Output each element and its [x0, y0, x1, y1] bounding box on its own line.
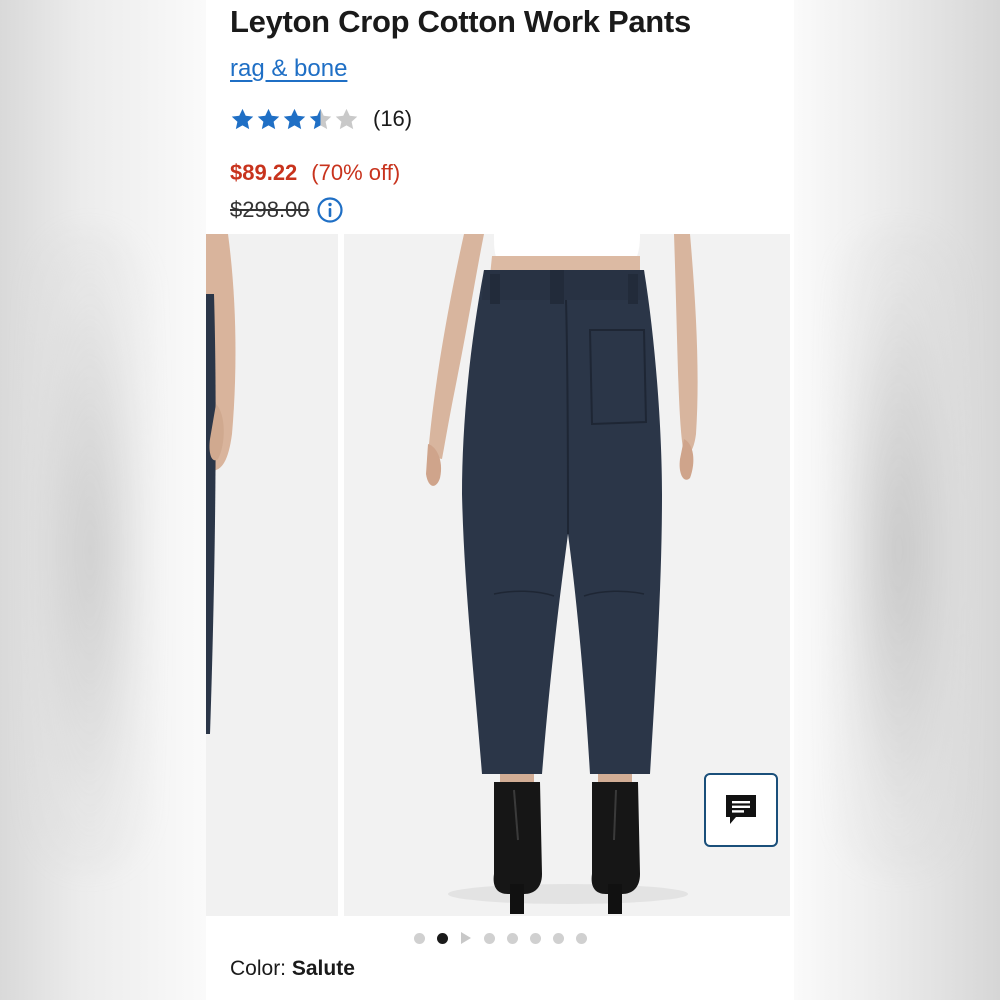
star-icon	[309, 108, 332, 129]
brand-link[interactable]: rag & bone	[230, 55, 347, 83]
blurred-figure	[834, 230, 964, 870]
color-selection-label: Color: Salute	[230, 957, 355, 981]
original-price: $298.00	[230, 197, 310, 222]
color-label: Color:	[230, 957, 287, 980]
sale-price: $89.22	[230, 160, 298, 185]
blurred-figure	[30, 230, 150, 870]
product-title: Leyton Crop Cotton Work Pants	[230, 4, 691, 39]
pagination-dot[interactable]	[552, 932, 564, 944]
video-play-icon[interactable]	[460, 932, 471, 944]
chat-button[interactable]	[704, 773, 778, 847]
chat-icon	[726, 795, 756, 824]
discount-label: (70% off)	[311, 160, 401, 185]
carousel-pagination	[206, 930, 794, 946]
pagination-dot[interactable]	[413, 932, 425, 944]
info-icon[interactable]	[316, 196, 344, 224]
star-icon	[257, 108, 280, 129]
color-value: Salute	[291, 957, 355, 980]
star-icon	[335, 108, 358, 129]
product-image-previous[interactable]	[206, 234, 338, 916]
pagination-dot[interactable]	[506, 932, 518, 944]
price-row: $89.22 (70% off)	[230, 160, 400, 186]
rating-stars	[230, 107, 360, 132]
blurred-background-right	[794, 0, 1000, 1000]
star-icon	[283, 108, 306, 129]
pagination-dot[interactable]	[483, 932, 495, 944]
blurred-background-left	[0, 0, 206, 1000]
pagination-dot[interactable]	[529, 932, 541, 944]
review-count[interactable]: (16)	[373, 106, 412, 132]
pagination-dot[interactable]	[575, 932, 587, 944]
product-rating[interactable]: (16)	[230, 104, 412, 134]
pagination-dot-active[interactable]	[436, 932, 448, 944]
product-image-carousel[interactable]	[206, 234, 794, 916]
original-price-row: $298.00	[230, 196, 344, 224]
star-icon	[231, 108, 254, 129]
product-page: Leyton Crop Cotton Work Pants rag & bone…	[206, 0, 794, 1000]
product-photo-side-view	[206, 234, 338, 916]
